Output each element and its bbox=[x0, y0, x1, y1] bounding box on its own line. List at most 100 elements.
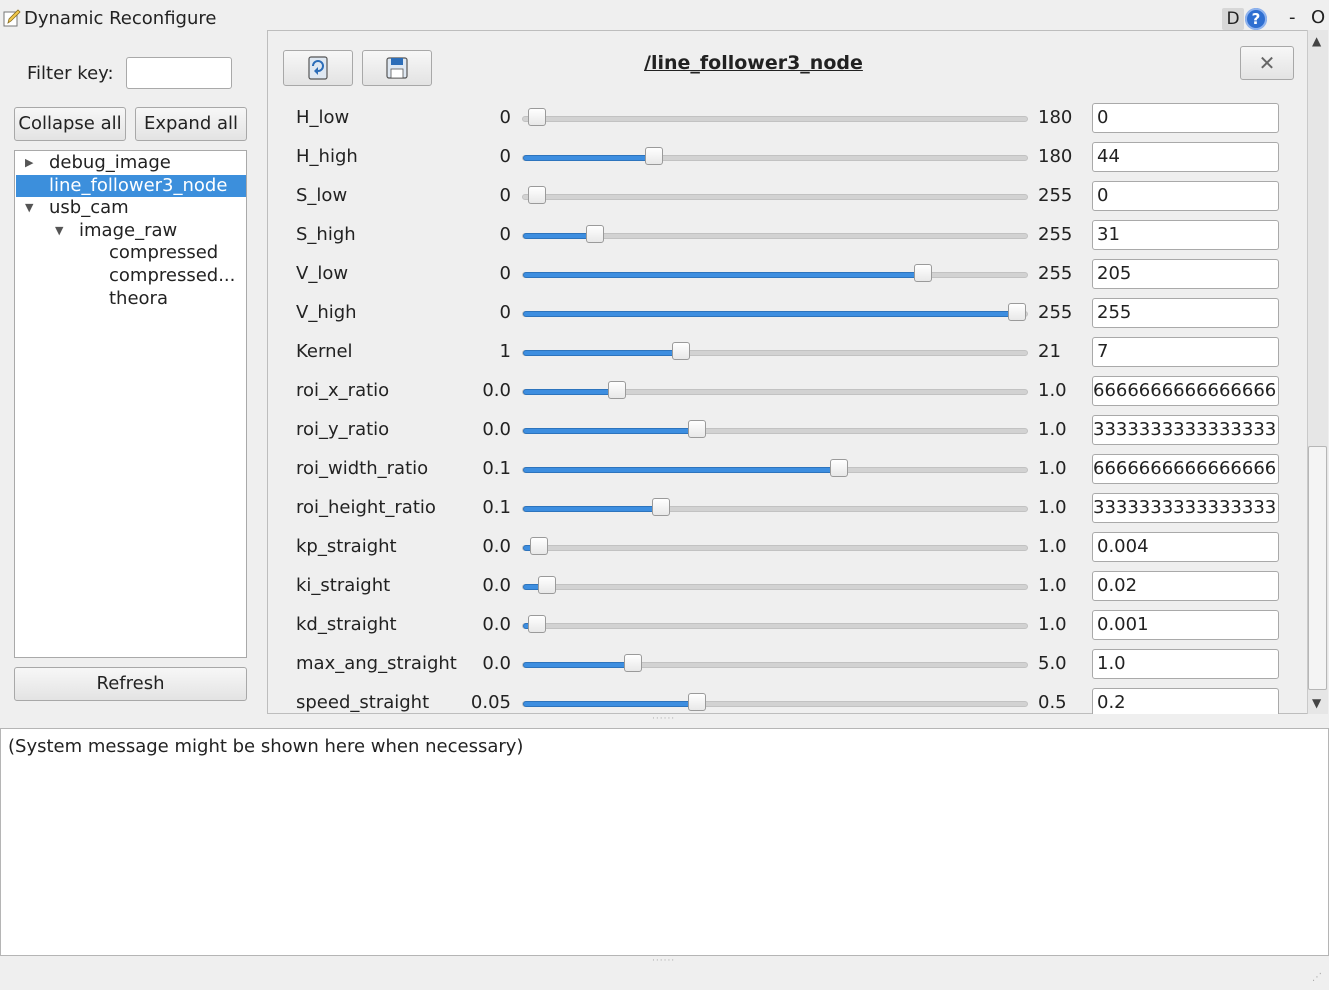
param-value-input[interactable]: 0.02 bbox=[1092, 571, 1279, 601]
minimize-button[interactable]: - bbox=[1289, 7, 1296, 28]
slider-handle[interactable] bbox=[645, 147, 664, 165]
param-slider[interactable] bbox=[522, 303, 1028, 321]
scroll-up-icon[interactable]: ▲ bbox=[1312, 34, 1321, 48]
save-icon bbox=[386, 57, 408, 79]
param-slider[interactable] bbox=[522, 576, 1028, 594]
param-label: speed_straight bbox=[296, 692, 430, 713]
param-value-input[interactable]: 1.0 bbox=[1092, 649, 1279, 679]
slider-handle[interactable] bbox=[528, 186, 546, 204]
param-value-input[interactable]: 255 bbox=[1092, 298, 1279, 328]
param-min: 0.0 bbox=[482, 419, 511, 440]
slider-handle[interactable] bbox=[529, 537, 548, 555]
param-row-roi_width_ratio: roi_width_ratio 0.1 1.0 6666666666666666 bbox=[283, 451, 1293, 490]
param-slider[interactable] bbox=[522, 615, 1028, 633]
param-value-input[interactable]: 44 bbox=[1092, 142, 1279, 172]
param-slider[interactable] bbox=[522, 264, 1028, 282]
param-slider[interactable] bbox=[522, 693, 1028, 711]
param-row-ki_straight: ki_straight 0.0 1.0 0.02 bbox=[283, 568, 1293, 607]
param-max: 5.0 bbox=[1038, 653, 1067, 674]
param-row-Kernel: Kernel 1 21 7 bbox=[283, 334, 1293, 373]
slider-handle[interactable] bbox=[913, 264, 932, 282]
param-slider[interactable] bbox=[522, 459, 1028, 477]
param-label: S_high bbox=[296, 224, 356, 245]
dock-button[interactable]: D bbox=[1222, 8, 1244, 30]
param-slider[interactable] bbox=[522, 108, 1028, 126]
slider-handle[interactable] bbox=[608, 381, 627, 399]
param-min: 0 bbox=[499, 107, 511, 128]
param-min: 0.05 bbox=[470, 692, 511, 713]
param-value-input[interactable]: 0.004 bbox=[1092, 532, 1279, 562]
param-row-roi_height_ratio: roi_height_ratio 0.1 1.0 3333333333333333 bbox=[283, 490, 1293, 529]
param-slider[interactable] bbox=[522, 537, 1028, 555]
param-value-input[interactable]: 31 bbox=[1092, 220, 1279, 250]
bottom-splitter-handle[interactable]: ······ bbox=[652, 957, 678, 966]
param-value-input[interactable]: 6666666666666666 bbox=[1092, 454, 1279, 484]
param-slider[interactable] bbox=[522, 147, 1028, 165]
slider-fill bbox=[523, 389, 614, 395]
param-min: 0 bbox=[499, 146, 511, 167]
splitter-handle[interactable]: ······ bbox=[652, 715, 678, 724]
slider-fill bbox=[523, 467, 836, 473]
param-row-kd_straight: kd_straight 0.0 1.0 0.001 bbox=[283, 607, 1293, 646]
param-label: roi_y_ratio bbox=[296, 419, 390, 440]
param-value-input[interactable]: 0 bbox=[1092, 181, 1279, 211]
slider-handle[interactable] bbox=[687, 693, 706, 711]
resize-grip-icon[interactable]: ⋰ bbox=[1312, 972, 1326, 986]
param-value-input[interactable]: 6666666666666666 bbox=[1092, 376, 1279, 406]
slider-fill bbox=[523, 701, 693, 707]
scroll-down-icon[interactable]: ▼ bbox=[1312, 696, 1321, 710]
slider-handle[interactable] bbox=[528, 108, 546, 126]
param-value-input[interactable]: 205 bbox=[1092, 259, 1279, 289]
param-slider[interactable] bbox=[522, 654, 1028, 672]
param-label: H_high bbox=[296, 146, 358, 167]
param-label: H_low bbox=[296, 107, 350, 128]
param-label: roi_width_ratio bbox=[296, 458, 429, 479]
param-row-H_high: H_high 0 180 44 bbox=[283, 139, 1293, 178]
slider-handle[interactable] bbox=[624, 654, 642, 672]
slider-fill bbox=[523, 350, 677, 356]
param-min: 0.0 bbox=[482, 575, 511, 596]
close-window-button[interactable]: O bbox=[1311, 7, 1325, 28]
edit-document-icon bbox=[3, 9, 21, 27]
param-max: 1.0 bbox=[1038, 380, 1067, 401]
param-value-input[interactable]: 0 bbox=[1092, 103, 1279, 133]
reload-icon bbox=[308, 56, 328, 80]
param-label: kd_straight bbox=[296, 614, 397, 635]
slider-handle[interactable] bbox=[586, 225, 605, 243]
param-slider[interactable] bbox=[522, 225, 1028, 243]
param-label: roi_x_ratio bbox=[296, 380, 390, 401]
param-value-input[interactable]: 0.001 bbox=[1092, 610, 1279, 640]
param-value-input[interactable]: 3333333333333333 bbox=[1092, 493, 1279, 523]
help-icon[interactable]: ? bbox=[1245, 8, 1267, 30]
system-message-text: (System message might be shown here when… bbox=[8, 736, 524, 757]
reload-button[interactable] bbox=[283, 50, 353, 86]
param-row-max_ang_straight: max_ang_straight 0.0 5.0 1.0 bbox=[283, 646, 1293, 685]
slider-handle[interactable] bbox=[672, 342, 690, 360]
param-slider[interactable] bbox=[522, 381, 1028, 399]
param-value-input[interactable]: 3333333333333333 bbox=[1092, 415, 1279, 445]
param-label: V_high bbox=[296, 302, 357, 323]
close-node-button[interactable]: ✕ bbox=[1240, 46, 1294, 80]
param-min: 0 bbox=[499, 302, 511, 323]
param-slider[interactable] bbox=[522, 186, 1028, 204]
param-max: 255 bbox=[1038, 224, 1073, 245]
param-min: 0 bbox=[499, 263, 511, 284]
slider-handle[interactable] bbox=[528, 615, 547, 633]
save-button[interactable] bbox=[362, 50, 432, 86]
filter-key-input[interactable] bbox=[126, 57, 232, 89]
param-label: kp_straight bbox=[296, 536, 397, 557]
slider-handle[interactable] bbox=[1008, 303, 1026, 321]
param-max: 21 bbox=[1038, 341, 1061, 362]
slider-handle[interactable] bbox=[830, 459, 849, 477]
slider-handle[interactable] bbox=[537, 576, 556, 594]
slider-handle[interactable] bbox=[687, 420, 706, 438]
param-slider[interactable] bbox=[522, 420, 1028, 438]
system-message-area bbox=[0, 728, 1329, 956]
slider-handle[interactable] bbox=[652, 498, 671, 516]
param-slider[interactable] bbox=[522, 498, 1028, 516]
scrollbar-thumb[interactable] bbox=[1308, 446, 1327, 690]
param-min: 0.1 bbox=[482, 497, 511, 518]
param-slider[interactable] bbox=[522, 342, 1028, 360]
param-value-input[interactable]: 7 bbox=[1092, 337, 1279, 367]
param-value-input[interactable]: 0.2 bbox=[1092, 688, 1279, 714]
